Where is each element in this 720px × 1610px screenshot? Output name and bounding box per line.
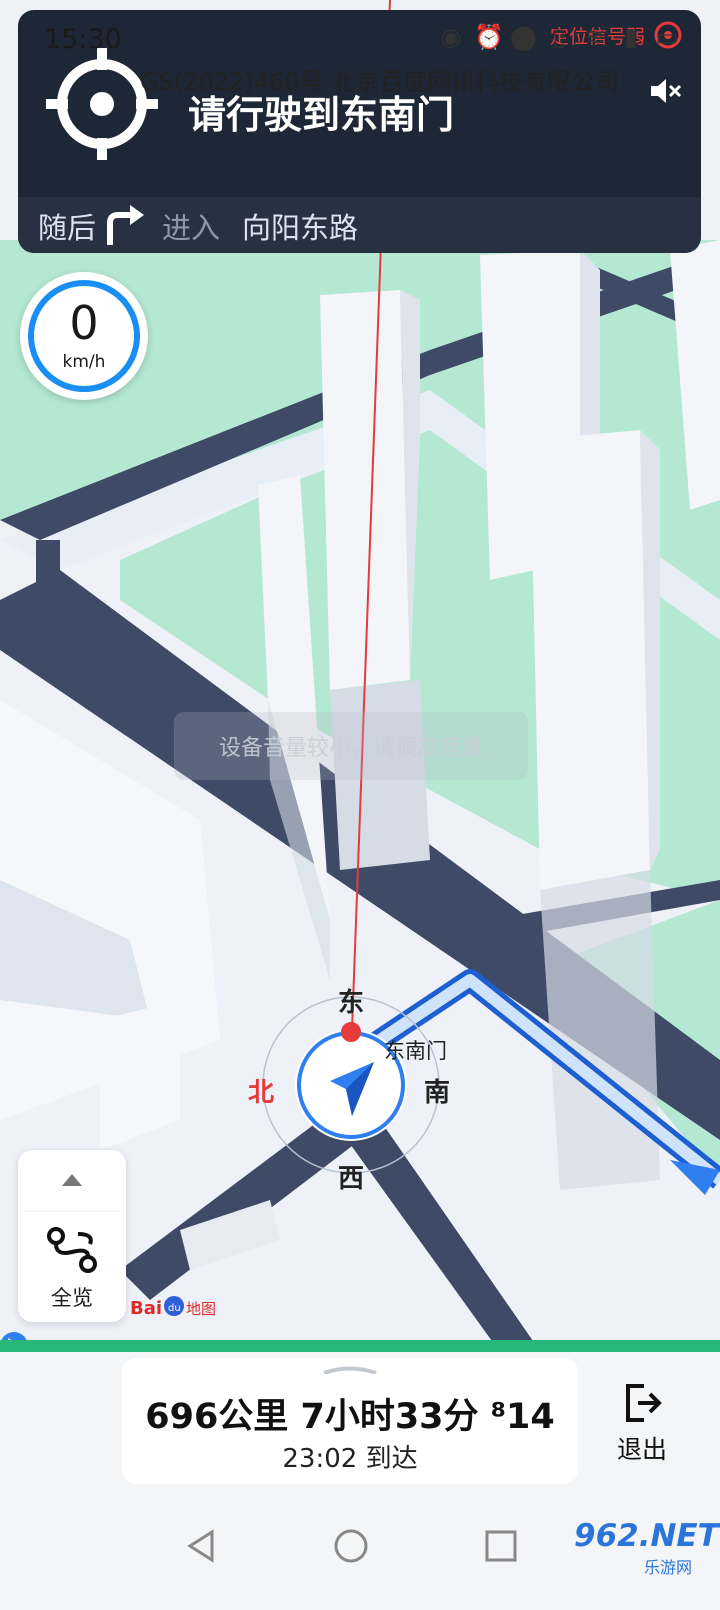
speed-value: 0	[69, 296, 99, 350]
overview-button[interactable]: 全览	[18, 1282, 126, 1312]
weak-signal-icon	[654, 21, 682, 49]
compass-south: 南	[424, 1078, 451, 1108]
recent-apps-icon[interactable]	[481, 1526, 521, 1566]
site-watermark: 962.NET 乐游网	[566, 1518, 719, 1588]
volume-toast-text: 设备音量较小，请调高音量	[218, 736, 483, 761]
trip-summary-card[interactable]: 696公里 7小时33分 ⁸14 23:02 到达	[122, 1358, 578, 1484]
volume-toast: 设备音量较小，请调高音量	[174, 712, 528, 780]
overview-control: 全览	[18, 1150, 126, 1322]
watermark-main: 962.NET	[574, 1518, 719, 1554]
then-label: 随后	[38, 211, 97, 245]
next-maneuver: 随后 进入 向阳东路	[18, 197, 701, 253]
svg-text:Bai: Bai	[130, 1298, 162, 1319]
watermark-sub: 乐游网	[644, 1558, 693, 1577]
compass-west: 西	[338, 1164, 365, 1194]
trip-summary: 696公里 7小时33分 ⁸14	[145, 1397, 555, 1437]
weak-signal-text: 定位信号弱	[549, 26, 645, 48]
turn-right-icon	[107, 205, 144, 245]
next-road-name: 向阳东路	[242, 211, 359, 245]
speedometer: 0 km/h	[20, 272, 148, 400]
route-progress-bar	[0, 1340, 720, 1352]
volume-mute-icon[interactable]	[649, 76, 683, 106]
poi-label[interactable]: 东南门	[384, 1035, 447, 1065]
back-icon[interactable]	[182, 1526, 222, 1566]
route-overview-icon[interactable]	[46, 1226, 98, 1274]
expand-up-icon[interactable]	[18, 1150, 126, 1212]
compass-east: 东	[338, 988, 365, 1018]
speed-unit: km/h	[62, 352, 106, 372]
drag-handle-icon[interactable]	[322, 1366, 378, 1374]
exit-button[interactable]: 退出	[600, 1372, 684, 1472]
svg-text:地图: 地图	[186, 1300, 216, 1318]
enter-label: 进入	[162, 211, 221, 245]
arrival-time: 23:02 到达	[282, 1444, 418, 1474]
exit-label: 退出	[616, 1435, 667, 1464]
home-icon[interactable]	[331, 1526, 371, 1566]
compass-north: 北	[248, 1078, 275, 1108]
baidu-map-logo: Bai du 地图	[130, 1296, 216, 1319]
exit-icon	[626, 1384, 662, 1422]
guidance-main: 请行驶到东南门 定位信号弱	[18, 10, 701, 186]
map-copyright: GS(2022)460号 北京百度网讯科技有限公司	[140, 68, 620, 96]
guidance-panel: 请行驶到东南门 定位信号弱 随后 进入 向阳东路	[18, 10, 701, 253]
svg-text:du: du	[168, 1303, 181, 1314]
